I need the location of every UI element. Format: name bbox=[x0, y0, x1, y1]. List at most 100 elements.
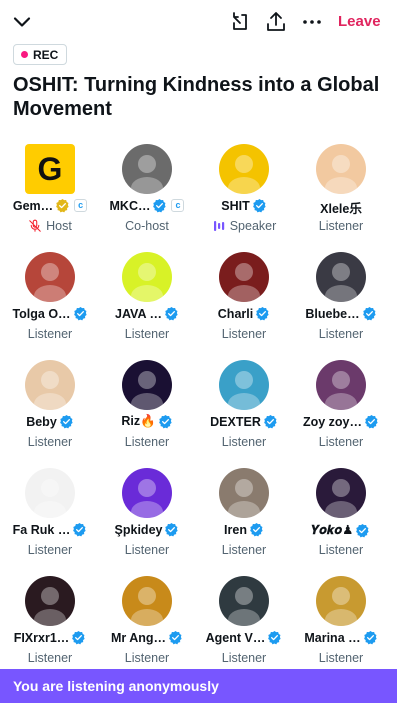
participant-name-row: Mr Ang… bbox=[98, 630, 196, 645]
avatar[interactable] bbox=[219, 144, 269, 194]
more-icon[interactable] bbox=[300, 10, 324, 34]
participant-cell[interactable]: Mr Ang… Listener bbox=[98, 572, 196, 680]
avatar[interactable] bbox=[219, 468, 269, 518]
verified-icon bbox=[263, 414, 277, 429]
avatar[interactable] bbox=[122, 252, 172, 302]
participant-name: Mr Ang… bbox=[110, 630, 167, 645]
participant-name: SHIT bbox=[221, 198, 250, 213]
participant-role-row: Listener bbox=[1, 327, 99, 341]
verified-icon bbox=[365, 414, 378, 429]
verified-icon bbox=[165, 306, 178, 321]
verified-icon bbox=[356, 523, 369, 537]
avatar[interactable]: G bbox=[25, 144, 75, 194]
participant-role-row: Listener bbox=[195, 543, 293, 557]
participant-role-row: Listener bbox=[292, 219, 390, 233]
participant-name: Bluebe… bbox=[305, 306, 360, 321]
participant-cell[interactable]: 𝒀𝒐𝒌𝒐♟ Listener bbox=[292, 464, 390, 572]
participant-role: Listener bbox=[221, 651, 267, 665]
avatar[interactable] bbox=[316, 360, 366, 410]
participant-cell[interactable]: MKC… c Co-host bbox=[98, 140, 196, 248]
avatar[interactable] bbox=[219, 576, 269, 626]
avatar[interactable] bbox=[122, 144, 172, 194]
verified-icon bbox=[72, 630, 85, 645]
participant-role: Listener bbox=[27, 651, 73, 665]
share-icon[interactable] bbox=[264, 10, 288, 34]
participant-role: Listener bbox=[124, 543, 170, 557]
participant-cell[interactable]: Zoy zoy… Listener bbox=[292, 356, 390, 464]
top-bar: Leave bbox=[0, 0, 397, 44]
listening-banner: You are listening anonymously bbox=[0, 669, 397, 703]
participant-role-row: Listener bbox=[1, 435, 99, 449]
participant-name: Şpkidey bbox=[114, 522, 163, 537]
avatar[interactable] bbox=[316, 468, 366, 518]
participant-cell[interactable]: Tolga O… Listener bbox=[1, 248, 99, 356]
verified-icon bbox=[59, 414, 73, 429]
participant-role-row: Listener bbox=[98, 543, 196, 557]
rec-badge: REC bbox=[13, 44, 68, 65]
participant-role-row: Listener bbox=[195, 651, 293, 665]
participant-role: Listener bbox=[318, 435, 364, 449]
avatar[interactable] bbox=[316, 252, 366, 302]
participant-cell[interactable]: Iren Listener bbox=[195, 464, 293, 572]
participant-cell[interactable]: Bluebe… Listener bbox=[292, 248, 390, 356]
verified-icon bbox=[169, 630, 182, 645]
participant-name-row: Fa Ruk … bbox=[1, 522, 99, 537]
verified-icon bbox=[256, 306, 269, 321]
participant-role-row: Listener bbox=[1, 543, 99, 557]
avatar[interactable] bbox=[25, 576, 75, 626]
participant-cell[interactable]: Beby Listener bbox=[1, 356, 99, 464]
participant-name: Fa Ruk … bbox=[12, 522, 71, 537]
avatar[interactable] bbox=[219, 360, 269, 410]
participant-role-row: Listener bbox=[98, 435, 196, 449]
participant-name-row: JAVA … bbox=[98, 306, 196, 321]
avatar[interactable] bbox=[25, 252, 75, 302]
avatar[interactable] bbox=[316, 144, 366, 194]
participant-cell[interactable]: Şpkidey Listener bbox=[98, 464, 196, 572]
participant-name: DEXTER bbox=[210, 414, 261, 429]
participant-name-row: Beby bbox=[1, 414, 99, 429]
leave-button[interactable]: Leave bbox=[338, 13, 381, 30]
participant-cell[interactable]: G Gem… c Host bbox=[1, 140, 99, 248]
participant-role-row: Host bbox=[1, 219, 99, 233]
participant-cell[interactable]: DEXTER Listener bbox=[195, 356, 293, 464]
participant-name: Iren bbox=[224, 522, 247, 537]
avatar[interactable] bbox=[25, 360, 75, 410]
avatar[interactable] bbox=[122, 576, 172, 626]
participant-role: Speaker bbox=[229, 219, 277, 233]
avatar[interactable] bbox=[25, 468, 75, 518]
avatar[interactable] bbox=[122, 360, 172, 410]
participant-name-row: MKC… c bbox=[98, 198, 196, 213]
verified-icon bbox=[153, 198, 167, 213]
participant-cell[interactable]: Marina … Listener bbox=[292, 572, 390, 680]
participant-cell[interactable]: FIXrxr1… Listener bbox=[1, 572, 99, 680]
participant-role-row: Listener bbox=[292, 651, 390, 665]
minimize-icon[interactable] bbox=[228, 10, 252, 34]
participant-role-row: Listener bbox=[195, 327, 293, 341]
participant-cell[interactable]: SHIT Speaker bbox=[195, 140, 293, 248]
participant-name: Zoy zoy… bbox=[302, 414, 363, 429]
verified-icon bbox=[363, 630, 377, 645]
participant-cell[interactable]: Xlele乐 Listener bbox=[292, 140, 390, 248]
verified-icon bbox=[73, 522, 86, 537]
avatar[interactable] bbox=[219, 252, 269, 302]
participant-name: JAVA … bbox=[115, 306, 162, 321]
participant-cell[interactable]: JAVA … Listener bbox=[98, 248, 196, 356]
participant-role: Listener bbox=[124, 435, 170, 449]
participant-role: Host bbox=[46, 219, 72, 233]
participant-cell[interactable]: Agent V… Listener bbox=[195, 572, 293, 680]
participant-name: Charli bbox=[217, 306, 254, 321]
chevron-down-icon[interactable] bbox=[10, 10, 34, 34]
participant-cell[interactable]: Fa Ruk … Listener bbox=[1, 464, 99, 572]
participant-name: Xlele乐 bbox=[320, 202, 362, 216]
avatar[interactable] bbox=[316, 576, 366, 626]
participant-name-row: Charli bbox=[195, 306, 293, 321]
participant-name: Agent V… bbox=[205, 630, 266, 645]
participant-role: Listener bbox=[27, 543, 73, 557]
participant-role-row: Listener bbox=[98, 327, 196, 341]
avatar[interactable] bbox=[122, 468, 172, 518]
participant-name-row: Tolga O… bbox=[1, 306, 99, 321]
participant-name: Riz🔥 bbox=[121, 414, 156, 428]
participant-cell[interactable]: Charli Listener bbox=[195, 248, 293, 356]
participant-cell[interactable]: Riz🔥 Listener bbox=[98, 356, 196, 464]
participant-role-row: Listener bbox=[292, 327, 390, 341]
